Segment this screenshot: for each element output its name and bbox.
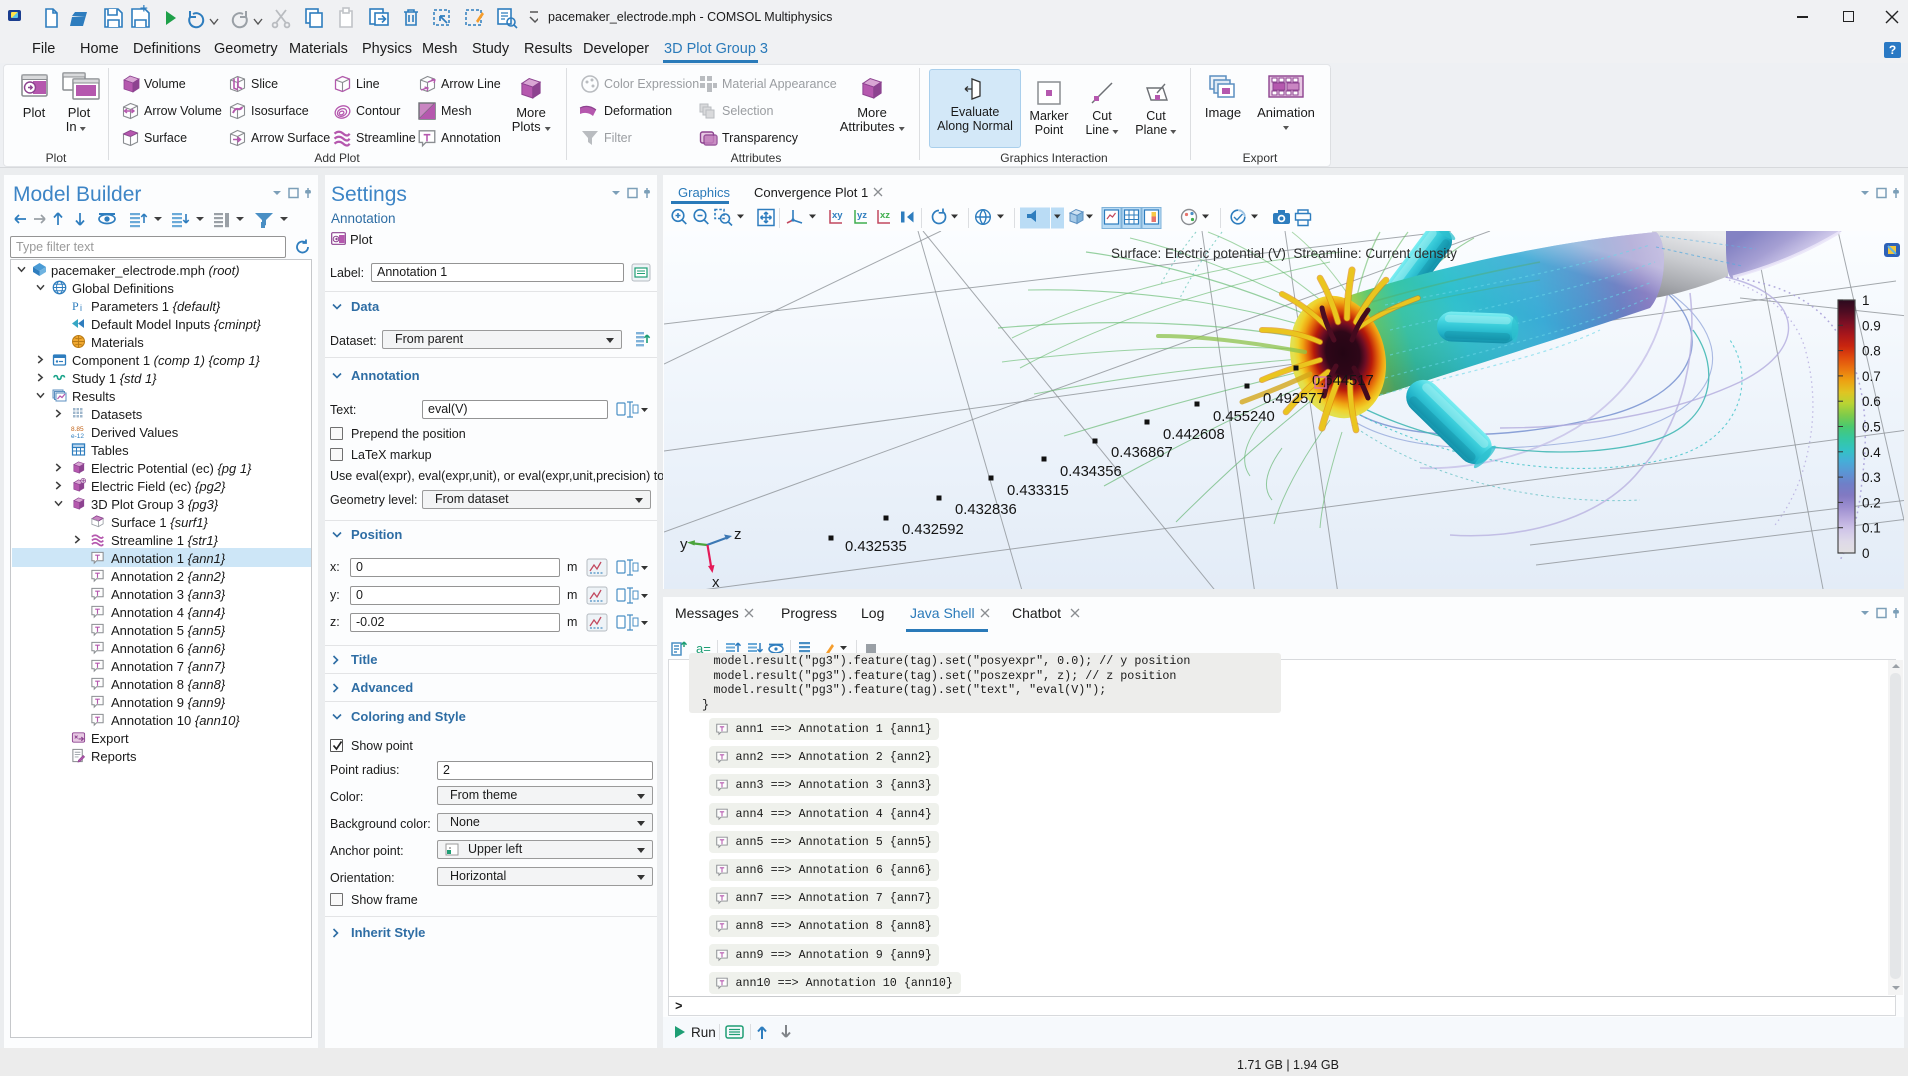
- svg-text:0.8: 0.8: [1862, 344, 1881, 359]
- svg-text:0.7: 0.7: [1862, 369, 1881, 384]
- svg-text:0.3: 0.3: [1862, 470, 1881, 485]
- svg-text:0.6: 0.6: [1862, 394, 1881, 409]
- svg-text:0.432535: 0.432535: [845, 539, 907, 555]
- svg-text:0.9: 0.9: [1862, 318, 1881, 333]
- svg-text:i: i: [80, 303, 82, 313]
- svg-text:Run: Run: [691, 1025, 716, 1040]
- svg-text:1: 1: [1862, 293, 1870, 308]
- svg-text:0.1: 0.1: [1862, 521, 1881, 536]
- svg-text:0.455240: 0.455240: [1213, 409, 1275, 425]
- svg-text:0: 0: [1862, 546, 1870, 561]
- svg-text:P: P: [72, 299, 79, 313]
- svg-text:0.644517: 0.644517: [1312, 373, 1374, 389]
- svg-text:yz: yz: [857, 210, 867, 221]
- svg-text:0.5: 0.5: [1862, 420, 1881, 435]
- svg-text:xz: xz: [880, 210, 890, 221]
- svg-text:0.433315: 0.433315: [1007, 483, 1069, 499]
- svg-text:0.432836: 0.432836: [955, 502, 1017, 518]
- svg-text:0.434356: 0.434356: [1060, 464, 1122, 480]
- svg-text:z: z: [734, 526, 742, 543]
- svg-text:Surface: Electric potential (V: Surface: Electric potential (V) Streamli…: [1111, 246, 1457, 261]
- svg-text:y: y: [680, 536, 688, 553]
- svg-text:e-12: e-12: [71, 433, 84, 439]
- svg-text:xy: xy: [832, 210, 843, 221]
- svg-text:0.436867: 0.436867: [1111, 445, 1173, 461]
- svg-text:0.2: 0.2: [1862, 495, 1881, 510]
- svg-text:0.442608: 0.442608: [1163, 427, 1225, 443]
- svg-text:0.492577: 0.492577: [1263, 391, 1325, 407]
- svg-text:8.85: 8.85: [71, 426, 84, 433]
- svg-text:0.4: 0.4: [1862, 445, 1881, 460]
- svg-text:x: x: [712, 574, 720, 589]
- svg-text:0.432592: 0.432592: [902, 522, 964, 538]
